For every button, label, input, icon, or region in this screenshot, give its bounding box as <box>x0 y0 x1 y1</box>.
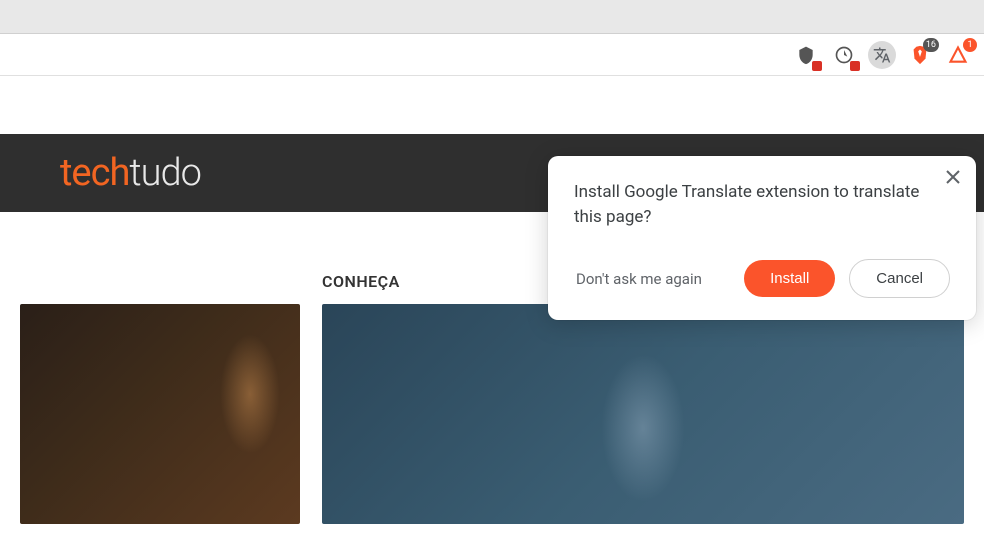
brave-triangle-icon[interactable]: 1 <box>944 41 972 69</box>
shield-extension-icon[interactable] <box>792 41 820 69</box>
page-content: TA techtudo CONHEÇA Install Google Trans… <box>0 76 984 537</box>
count-badge: 1 <box>963 38 977 52</box>
close-icon <box>946 170 960 184</box>
red-badge-icon <box>850 61 860 71</box>
install-button[interactable]: Install <box>744 260 835 297</box>
logo-part2: tudo <box>129 151 201 195</box>
translate-icon <box>873 46 891 64</box>
red-badge-icon <box>812 61 822 71</box>
cancel-button[interactable]: Cancel <box>849 259 950 298</box>
brave-lion-extension-icon[interactable]: 16 <box>906 41 934 69</box>
translate-install-popup: Install Google Translate extension to tr… <box>548 156 976 320</box>
hero-cards <box>0 304 984 524</box>
site-logo[interactable]: techtudo <box>60 151 201 195</box>
logo-part1: tech <box>60 151 129 195</box>
popup-actions: Don't ask me again Install Cancel <box>574 259 950 298</box>
browser-tab-strip <box>0 0 984 34</box>
close-button[interactable] <box>946 170 960 188</box>
dont-ask-link[interactable]: Don't ask me again <box>574 270 702 288</box>
circle-extension-icon[interactable] <box>830 41 858 69</box>
hero-card-left[interactable] <box>20 304 300 524</box>
translate-extension-icon[interactable] <box>868 41 896 69</box>
hero-card-right[interactable] <box>322 304 964 524</box>
spacer <box>0 76 984 134</box>
count-badge: 16 <box>923 38 939 52</box>
popup-message: Install Google Translate extension to tr… <box>574 180 950 229</box>
section-heading: CONHEÇA <box>322 272 400 291</box>
extensions-toolbar: 16 1 <box>0 34 984 76</box>
